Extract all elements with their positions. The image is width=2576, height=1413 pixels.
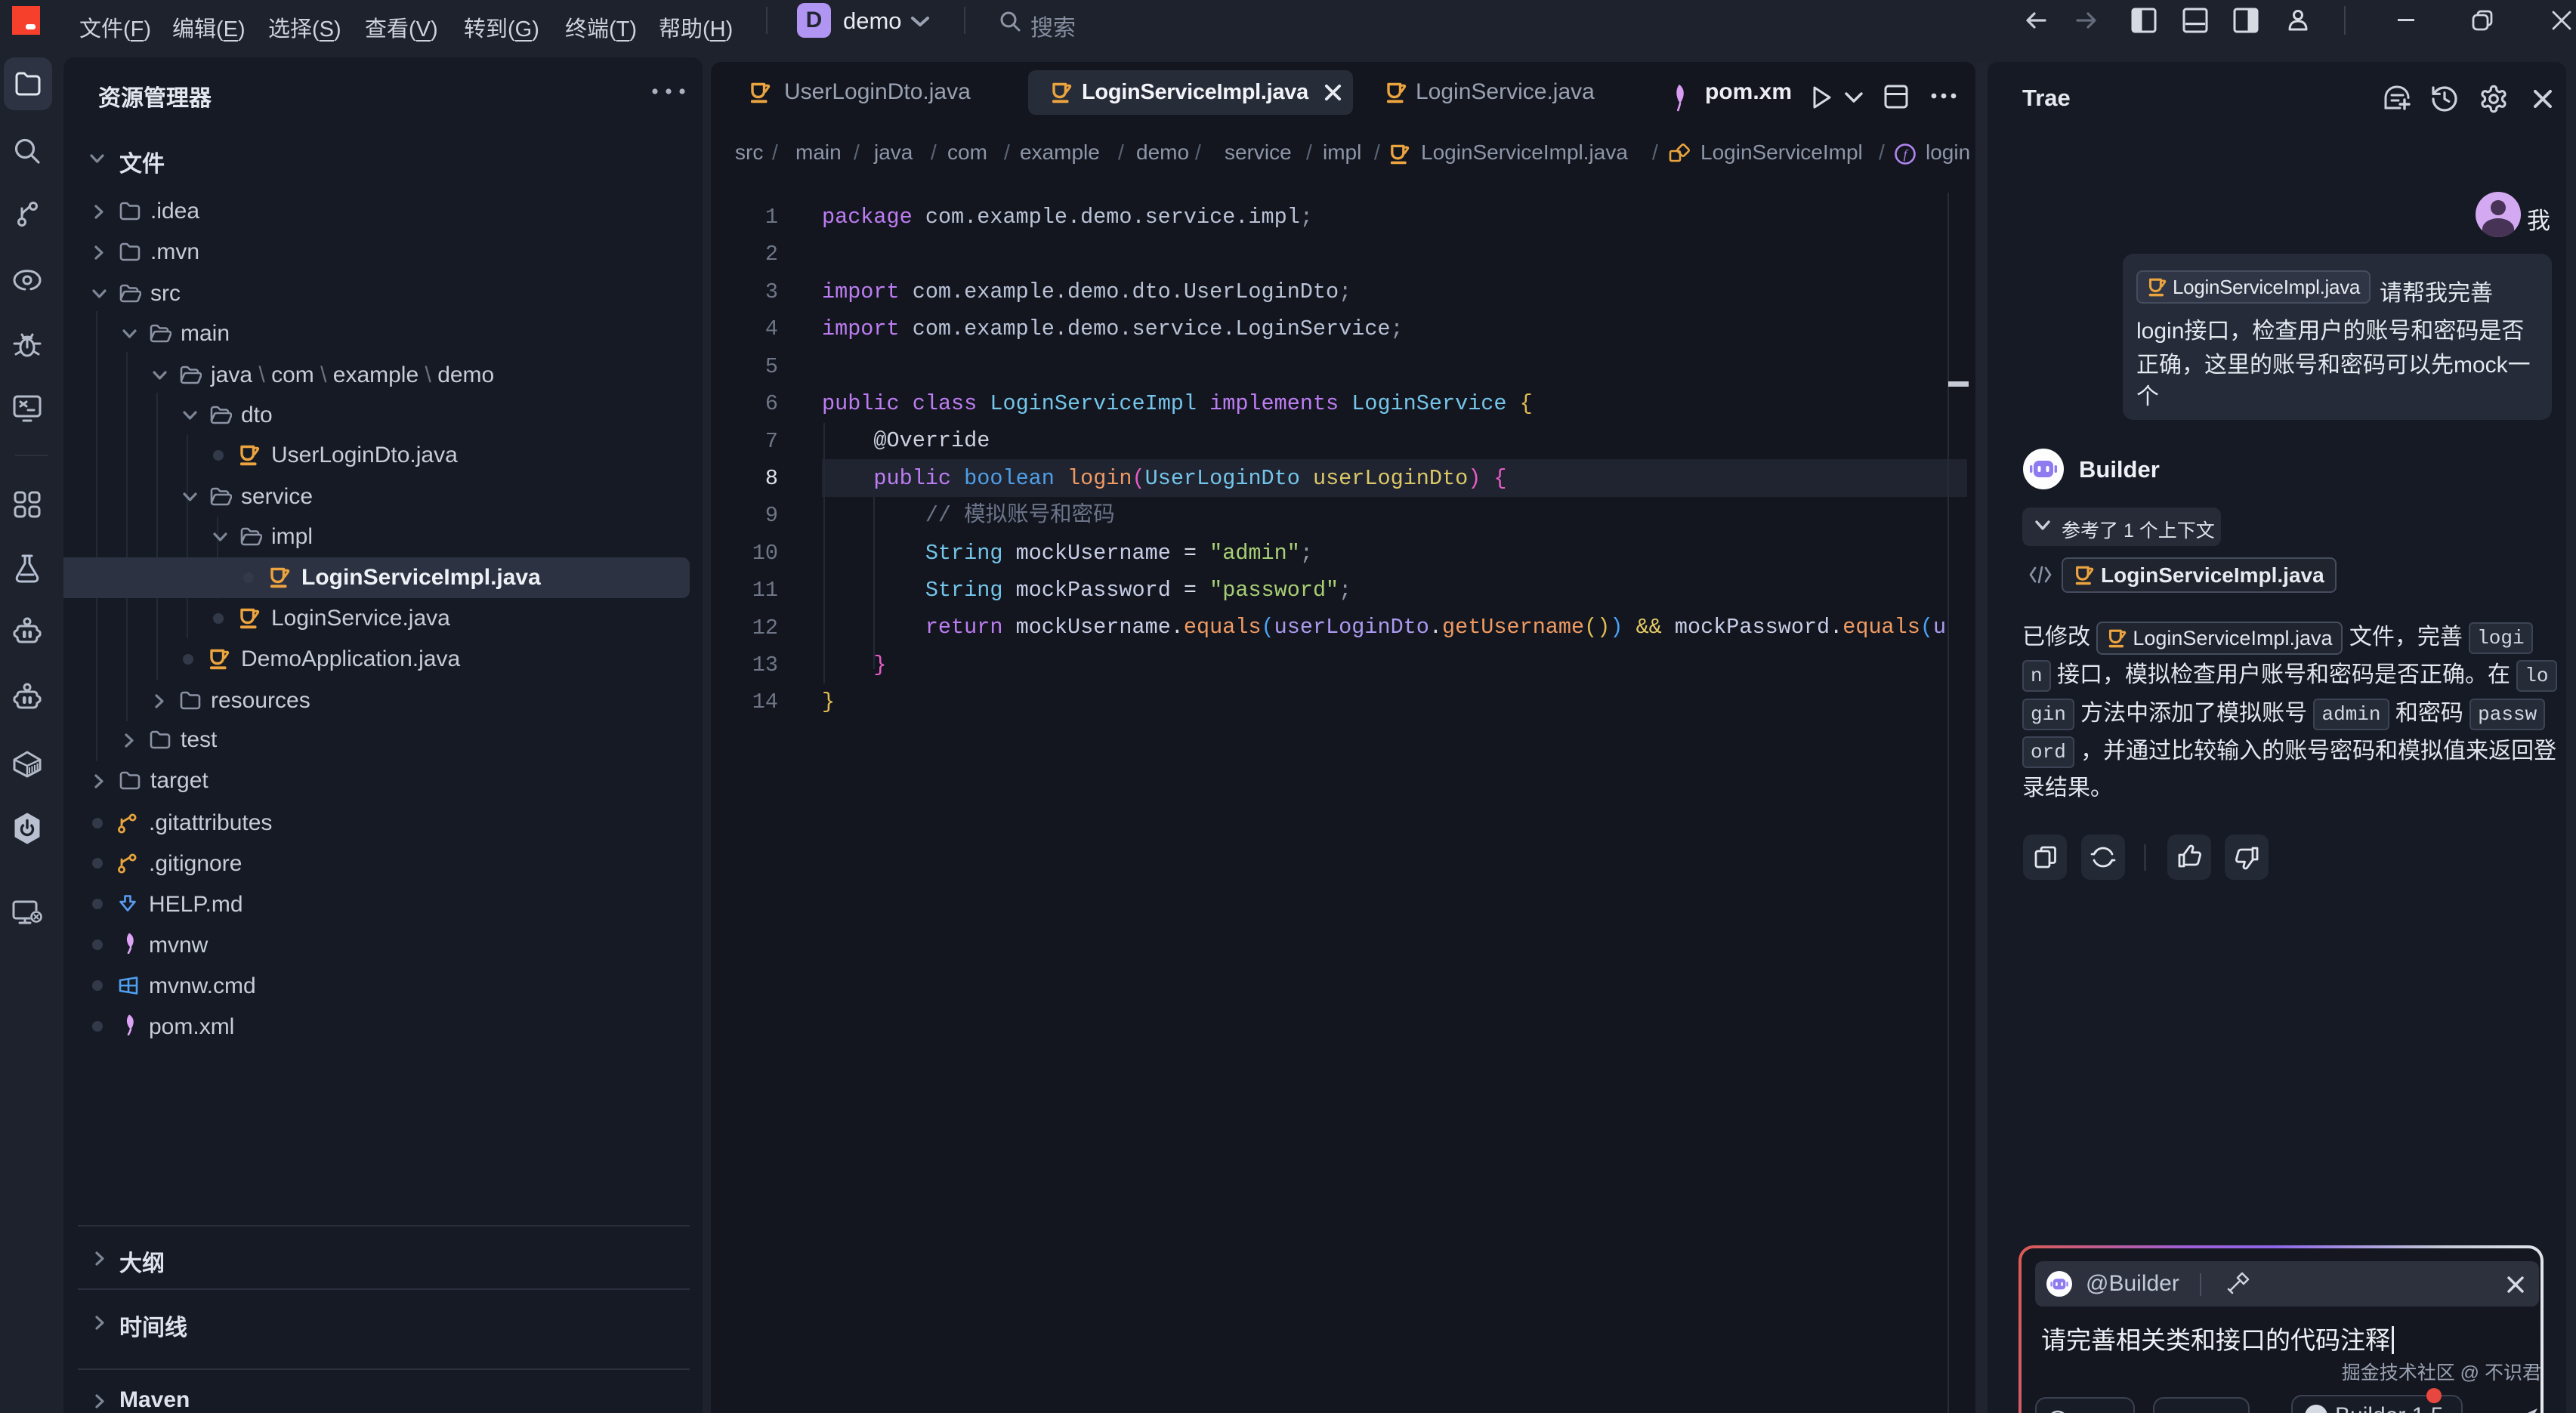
svg-text:f: f (1904, 147, 1909, 162)
